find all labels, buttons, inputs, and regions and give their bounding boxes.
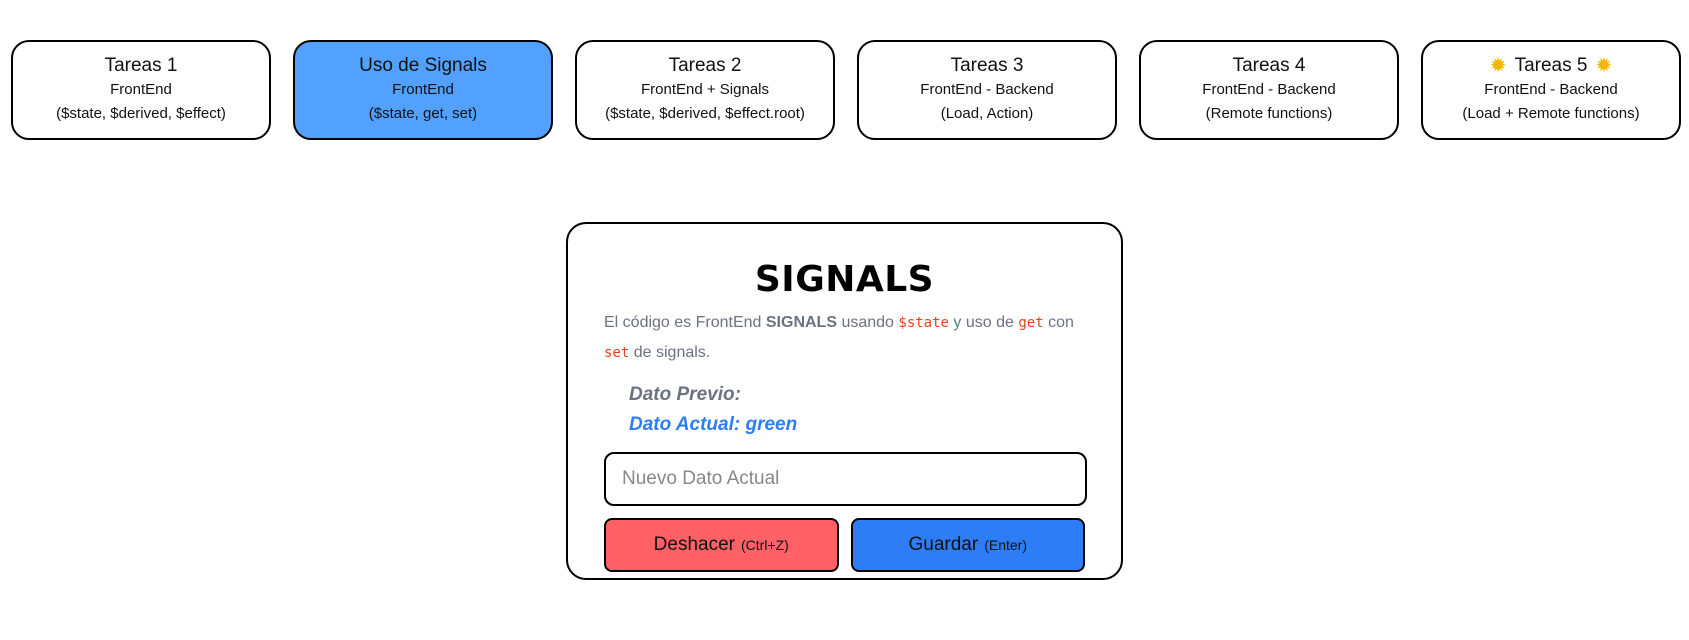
nav-card-detail: ($state, $derived, $effect.root) [605, 105, 805, 122]
task-nav: Tareas 1 FrontEnd ($state, $derived, $ef… [11, 40, 1681, 140]
nav-card-tareas-3[interactable]: Tareas 3 FrontEnd - Backend (Load, Actio… [857, 40, 1117, 140]
nav-card-subtitle: FrontEnd - Backend [1202, 81, 1336, 98]
nav-card-title-text: Tareas 5 [1514, 55, 1588, 76]
nav-card-title-text: Tareas 4 [1232, 55, 1306, 76]
nav-card-detail: (Load, Action) [940, 105, 1034, 122]
nav-card-subtitle: FrontEnd - Backend [920, 81, 1054, 98]
nav-card-tareas-2[interactable]: Tareas 2 FrontEnd + Signals ($state, $de… [575, 40, 835, 140]
dato-actual: Dato Actual: green [629, 414, 798, 435]
datos: Dato Previo: Dato Actual: green [629, 380, 1085, 440]
nav-card-detail: (Load + Remote functions) [1462, 105, 1640, 122]
description: El código es FrontEnd SIGNALS usando $st… [604, 308, 1085, 368]
nav-card-tareas-4[interactable]: Tareas 4 FrontEnd - Backend (Remote func… [1139, 40, 1399, 140]
description-text: con [1043, 314, 1074, 331]
undo-shortcut: (Ctrl+Z) [741, 537, 789, 553]
nav-card-title-text: Uso de Signals [359, 55, 487, 76]
nav-card-uso-de-signals[interactable]: Uso de Signals FrontEnd ($state, get, se… [293, 40, 553, 140]
save-button[interactable]: Guardar (Enter) [850, 518, 1085, 572]
nav-card-detail: ($state, get, set) [368, 105, 478, 122]
signals-panel: SIGNALS El código es FrontEnd SIGNALS us… [566, 222, 1123, 580]
nav-card-title: ✹ Tareas 5 ✹ [1490, 54, 1612, 78]
nuevo-dato-input[interactable] [604, 452, 1087, 506]
nav-card-title: Tareas 3 [951, 54, 1024, 78]
description-text: El código es FrontEnd [604, 314, 766, 331]
dato-previo: Dato Previo: [629, 384, 741, 405]
code-state: $state [898, 315, 949, 331]
save-shortcut: (Enter) [984, 537, 1027, 553]
nav-card-tareas-5[interactable]: ✹ Tareas 5 ✹ FrontEnd - Backend (Load + … [1421, 40, 1681, 140]
sun-icon: ✹ [1595, 55, 1613, 77]
save-button-label: Guardar [908, 534, 979, 555]
description-strong: SIGNALS [765, 314, 837, 331]
description-text: y uso de [948, 314, 1019, 331]
page-title: SIGNALS [754, 259, 935, 300]
nav-card-subtitle: FrontEnd [110, 81, 172, 98]
nav-card-title-text: Tareas 3 [950, 55, 1024, 76]
nav-card-detail: ($state, $derived, $effect) [56, 105, 226, 122]
sun-icon: ✹ [1489, 55, 1507, 77]
nav-card-subtitle: FrontEnd - Backend [1484, 81, 1618, 98]
nav-card-subtitle: FrontEnd [392, 81, 454, 98]
code-get: get [1018, 315, 1044, 331]
nav-card-title: Tareas 2 [669, 54, 742, 78]
nav-card-subtitle: FrontEnd + Signals [641, 81, 769, 98]
undo-button[interactable]: Deshacer (Ctrl+Z) [604, 518, 839, 572]
description-text: usando [837, 314, 899, 331]
nav-card-title-text: Tareas 1 [104, 55, 178, 76]
nav-card-title-text: Tareas 2 [668, 55, 742, 76]
action-buttons: Deshacer (Ctrl+Z) Guardar (Enter) [604, 518, 1085, 572]
code-set: set [604, 345, 630, 361]
nav-card-title: Uso de Signals [359, 54, 487, 78]
nav-card-detail: (Remote functions) [1205, 105, 1333, 122]
nav-card-title: Tareas 1 [105, 54, 178, 78]
nav-card-tareas-1[interactable]: Tareas 1 FrontEnd ($state, $derived, $ef… [11, 40, 271, 140]
nav-card-title: Tareas 4 [1233, 54, 1306, 78]
undo-button-label: Deshacer [653, 534, 735, 555]
description-text: de signals. [629, 344, 711, 361]
